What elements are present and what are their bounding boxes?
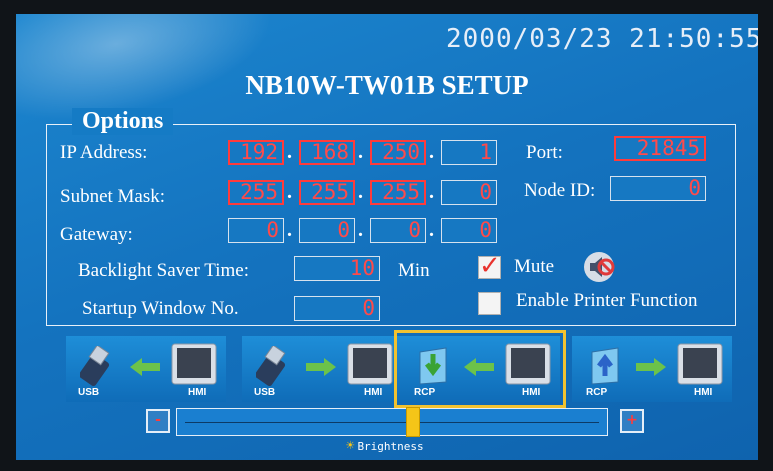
gateway-separator: .	[429, 219, 434, 241]
brightness-slider-handle[interactable]	[406, 407, 420, 437]
usb-icon	[80, 346, 110, 387]
transfer-rcp-to-hmi-button[interactable]: RCP HMI	[572, 336, 732, 402]
subnet-separator: .	[429, 181, 434, 203]
ip-address-label: IP Address:	[60, 142, 148, 163]
brightness-slider-track	[185, 422, 599, 423]
arrow-right-icon	[636, 358, 666, 376]
brightness-increase-button[interactable]: +	[620, 409, 644, 433]
monitor-icon	[505, 343, 551, 385]
gateway-label: Gateway:	[60, 224, 133, 245]
gateway-separator: .	[287, 219, 292, 241]
usb-icon	[256, 346, 286, 387]
usb-label: USB	[78, 387, 100, 398]
hmi-screen: 2000/03/23 21:50:55 NB10W-TW01B SETUP Op…	[16, 14, 758, 460]
backlight-unit-label: Min	[398, 260, 430, 281]
brightness-caption: ☀ Brightness	[346, 438, 424, 454]
arrow-right-icon	[306, 358, 336, 376]
printer-checkbox[interactable]	[478, 292, 501, 315]
ip-separator: .	[358, 141, 363, 163]
mute-checkbox[interactable]: ✓	[478, 251, 501, 281]
subnet-octet-1-field[interactable]: 255	[228, 180, 284, 205]
usb-label: USB	[254, 387, 276, 398]
monitor-icon	[171, 343, 217, 385]
node-id-label: Node ID:	[524, 180, 596, 201]
hmi-label: HMI	[522, 387, 541, 398]
transfer-hmi-to-rcp-button[interactable]: RCP HMI	[394, 330, 566, 408]
port-field[interactable]: 21845	[614, 136, 706, 161]
rcp-label: RCP	[414, 387, 436, 398]
gateway-octet-3-field[interactable]: 0	[370, 218, 426, 243]
transfer-hmi-to-usb-button[interactable]: USB HMI	[66, 336, 226, 402]
arrow-left-icon	[130, 358, 160, 376]
subnet-octet-3-field[interactable]: 255	[370, 180, 426, 205]
ip-separator: .	[429, 141, 434, 163]
brightness-decrease-button[interactable]: -	[146, 409, 170, 433]
options-legend: Options	[72, 108, 174, 135]
monitor-icon	[347, 343, 393, 385]
startup-window-label: Startup Window No.	[82, 298, 239, 319]
speaker-mute-icon	[584, 252, 615, 282]
subnet-octet-4-field[interactable]: 0	[441, 180, 497, 205]
brightness-slider[interactable]	[176, 407, 608, 437]
device-bezel: 2000/03/23 21:50:55 NB10W-TW01B SETUP Op…	[0, 0, 773, 471]
subnet-separator: .	[358, 181, 363, 203]
gateway-octet-2-field[interactable]: 0	[299, 218, 355, 243]
arrow-left-icon	[464, 358, 494, 376]
subnet-separator: .	[287, 181, 292, 203]
subnet-mask-label: Subnet Mask:	[60, 186, 166, 207]
brightness-label: Brightness	[357, 440, 424, 453]
rcp-label: RCP	[586, 387, 608, 398]
transfer-usb-to-hmi-button[interactable]: USB HMI	[242, 336, 402, 402]
ip-octet-2-field[interactable]: 168	[299, 140, 355, 165]
printer-function-label: Enable Printer Function	[516, 290, 698, 311]
ip-octet-3-field[interactable]: 250	[370, 140, 426, 165]
gateway-separator: .	[358, 219, 363, 241]
rcp-icon	[591, 347, 619, 385]
gateway-octet-4-field[interactable]: 0	[441, 218, 497, 243]
subnet-octet-2-field[interactable]: 255	[299, 180, 355, 205]
node-id-field[interactable]: 0	[610, 176, 706, 201]
sun-icon: ☀	[346, 438, 355, 454]
hmi-label: HMI	[364, 387, 383, 398]
backlight-saver-label: Backlight Saver Time:	[78, 260, 249, 281]
datetime-display: 2000/03/23 21:50:55	[446, 24, 758, 54]
hmi-label: HMI	[694, 387, 713, 398]
backlight-saver-field[interactable]: 10	[294, 256, 380, 281]
mute-label: Mute	[514, 256, 555, 277]
page-title: NB10W-TW01B SETUP	[245, 70, 529, 100]
monitor-icon	[677, 343, 723, 385]
gateway-octet-1-field[interactable]: 0	[228, 218, 284, 243]
startup-window-field[interactable]: 0	[294, 296, 380, 321]
rcp-icon	[419, 347, 447, 385]
checkmark-icon: ✓	[479, 251, 501, 281]
hmi-label: HMI	[188, 387, 207, 398]
ip-octet-4-field[interactable]: 1	[441, 140, 497, 165]
port-label: Port:	[526, 142, 563, 163]
ip-separator: .	[287, 141, 292, 163]
ip-octet-1-field[interactable]: 192	[228, 140, 284, 165]
